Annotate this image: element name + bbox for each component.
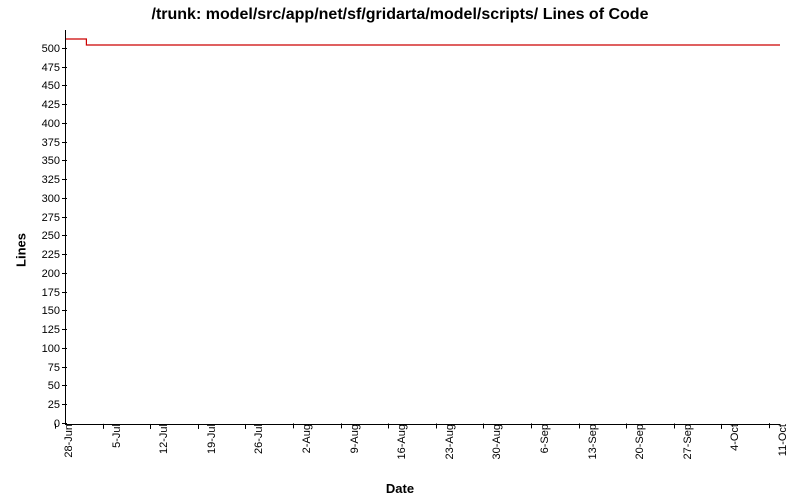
series-line — [66, 39, 780, 45]
x-tick: 16-Aug — [390, 424, 408, 459]
y-tick: 500 — [42, 43, 66, 55]
x-tick: 9-Aug — [343, 424, 361, 453]
x-tick: 5-Jul — [105, 424, 123, 448]
x-axis-label: Date — [0, 481, 800, 496]
y-tick: 175 — [42, 287, 66, 299]
x-tick: 6-Sep — [533, 424, 551, 453]
y-tick: 225 — [42, 249, 66, 261]
y-tick: 250 — [42, 230, 66, 242]
x-tick: 12-Jul — [152, 424, 170, 454]
y-tick: 100 — [42, 343, 66, 355]
x-tick: 4-Oct — [723, 424, 741, 451]
chart-title: /trunk: model/src/app/net/sf/gridarta/mo… — [0, 6, 800, 24]
y-tick: 325 — [42, 174, 66, 186]
y-tick: 275 — [42, 212, 66, 224]
y-tick: 200 — [42, 268, 66, 280]
x-tick: 20-Sep — [628, 424, 646, 459]
x-tick: 2-Aug — [295, 424, 313, 453]
chart-container: /trunk: model/src/app/net/sf/gridarta/mo… — [0, 0, 800, 500]
y-tick: 375 — [42, 137, 66, 149]
x-tick: 19-Jul — [200, 424, 218, 454]
y-tick: 25 — [48, 399, 66, 411]
line-series — [66, 30, 780, 424]
x-tick: 30-Aug — [485, 424, 503, 459]
y-tick: 400 — [42, 118, 66, 130]
x-tick: 23-Aug — [438, 424, 456, 459]
y-axis-label: Lines — [13, 233, 28, 267]
y-tick: 450 — [42, 80, 66, 92]
plot-area: 0255075100125150175200225250275300325350… — [65, 30, 780, 425]
x-tick: 27-Sep — [676, 424, 694, 459]
x-tick: 13-Sep — [581, 424, 599, 459]
y-tick: 125 — [42, 324, 66, 336]
y-tick: 425 — [42, 99, 66, 111]
x-tick: 26-Jul — [247, 424, 265, 454]
y-tick: 150 — [42, 305, 66, 317]
y-tick: 300 — [42, 193, 66, 205]
y-tick: 350 — [42, 155, 66, 167]
y-tick: 475 — [42, 62, 66, 74]
y-tick: 50 — [48, 380, 66, 392]
x-tick: 11-Oct — [771, 424, 789, 456]
x-tick: 28-Jun — [57, 424, 75, 458]
y-tick: 75 — [48, 362, 66, 374]
